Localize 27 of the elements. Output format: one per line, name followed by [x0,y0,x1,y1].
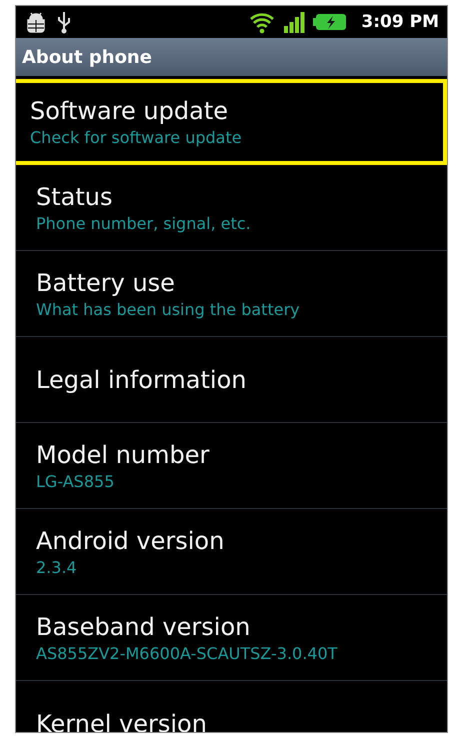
item-title: Software update [30,96,229,126]
screen-title: About phone [22,46,152,68]
item-title: Android version [36,526,226,556]
item-summary: 2.3.4 [36,556,78,578]
item-summary: Phone number, signal, etc. [36,212,252,234]
item-summary: Check for software update [30,126,243,148]
item-summary: What has been using the battery [36,298,301,320]
item-summary: LG-AS855 [36,470,116,492]
usb-icon [56,10,72,34]
item-title: Legal information [36,364,248,396]
settings-item[interactable]: Baseband version AS855ZV2-M6600A-SCAUTSZ-3.0.40T [16,595,447,681]
settings-item[interactable]: Battery use What has been using the battery [16,251,447,337]
settings-item[interactable]: Android version 2.3.4 [16,509,447,595]
settings-item[interactable]: Model number LG-AS855 [16,423,447,509]
item-summary: AS855ZV2-M6600A-SCAUTSZ-3.0.40T [36,642,338,664]
battery-charging-icon [313,13,348,31]
clock-time: 3:09 PM [361,12,439,32]
item-title: Kernel version [36,708,208,732]
settings-item[interactable]: Software update Check for software update [16,79,447,165]
settings-item[interactable]: Kernel version [16,681,447,732]
item-title: Status [36,182,114,212]
item-title: Battery use [36,268,176,298]
settings-item[interactable]: Legal information [16,337,447,423]
item-title: Model number [36,440,210,470]
item-title: Baseband version [36,612,252,642]
signal-icon [283,11,306,33]
settings-item[interactable]: Status Phone number, signal, etc. [16,165,447,251]
